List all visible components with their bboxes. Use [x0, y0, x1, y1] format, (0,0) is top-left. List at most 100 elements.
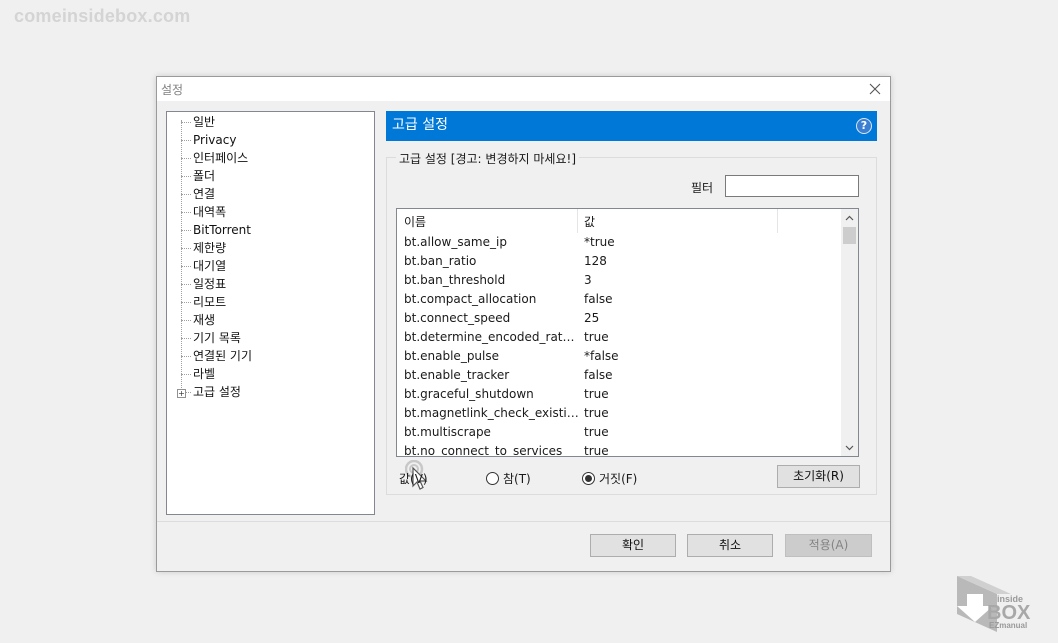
- watermark-text: comeinsidebox.com: [14, 6, 191, 26]
- title-bar: 설정: [157, 77, 890, 101]
- reset-button[interactable]: 초기화(R): [777, 465, 860, 488]
- setting-name: bt.enable_tracker: [404, 368, 510, 382]
- tree-item[interactable]: 일정표: [193, 275, 226, 293]
- tree-connector: [181, 356, 191, 357]
- column-divider[interactable]: [777, 209, 778, 233]
- tree-item[interactable]: 리모트: [193, 293, 226, 311]
- scroll-up-button[interactable]: [841, 209, 858, 226]
- setting-value: true: [584, 406, 609, 420]
- tree-item[interactable]: 대역폭: [193, 203, 226, 221]
- setting-name: bt.graceful_shutdown: [404, 387, 534, 401]
- setting-name: bt.no_connect_to_services: [404, 444, 563, 457]
- filter-input[interactable]: [725, 175, 859, 197]
- tree-item[interactable]: 고급 설정: [193, 383, 241, 401]
- apply-button[interactable]: 적용(A): [785, 534, 872, 557]
- tree-connector: [181, 338, 191, 339]
- list-row[interactable]: bt.enable_pulse *false: [397, 347, 841, 366]
- true-radio-label: 참(T): [503, 472, 531, 486]
- tree-item[interactable]: 라벨: [193, 365, 215, 383]
- tree-connector: [181, 374, 191, 375]
- tree-connector: [181, 266, 191, 267]
- scroll-down-button[interactable]: [841, 439, 858, 456]
- list-row[interactable]: bt.enable_tracker false: [397, 366, 841, 385]
- tree-connector: [181, 176, 191, 177]
- tree-item[interactable]: Privacy: [193, 131, 236, 149]
- tree-item[interactable]: 재생: [193, 311, 215, 329]
- list-row[interactable]: bt.no_connect_to_services true: [397, 442, 841, 457]
- settings-dialog: 설정 일반 Privacy 인터페이스 폴더 연결 대역폭 BitTorrent 제한량 대기열…: [156, 76, 891, 572]
- radio-circle-true[interactable]: [486, 472, 499, 485]
- tree-item[interactable]: 대기열: [193, 257, 226, 275]
- setting-name: bt.magnetlink_check_existing_...: [404, 406, 579, 420]
- column-divider[interactable]: [577, 209, 578, 233]
- close-button[interactable]: [860, 77, 890, 101]
- value-label: 값(V): [399, 472, 428, 486]
- filter-label: 필터: [691, 181, 714, 195]
- settings-tree[interactable]: 일반 Privacy 인터페이스 폴더 연결 대역폭 BitTorrent 제한량 대기열 일정표…: [166, 111, 375, 515]
- chevron-down-icon: [845, 445, 854, 450]
- section-title: 고급 설정: [392, 117, 448, 133]
- false-radio[interactable]: 거짓(F): [582, 470, 637, 487]
- setting-value: true: [584, 444, 609, 457]
- list-row[interactable]: bt.ban_threshold 3: [397, 271, 841, 290]
- expand-icon[interactable]: +: [177, 389, 186, 398]
- true-radio[interactable]: 참(T): [486, 470, 531, 487]
- setting-value: false: [584, 292, 613, 306]
- tree-item[interactable]: BitTorrent: [193, 221, 251, 239]
- vertical-scrollbar[interactable]: [841, 209, 858, 456]
- list-row[interactable]: bt.connect_speed 25: [397, 309, 841, 328]
- tree-item[interactable]: 일반: [193, 113, 215, 131]
- tree-connector: [181, 212, 191, 213]
- tree-connector: [181, 140, 191, 141]
- setting-value: *false: [584, 349, 619, 363]
- scroll-thumb[interactable]: [843, 227, 856, 244]
- radio-circle-false[interactable]: [582, 472, 595, 485]
- setting-value: 25: [584, 311, 600, 325]
- list-row[interactable]: bt.graceful_shutdown true: [397, 385, 841, 404]
- list-row[interactable]: bt.allow_same_ip *true: [397, 233, 841, 252]
- window-title: 설정: [161, 83, 184, 97]
- tree-item[interactable]: 인터페이스: [193, 149, 248, 167]
- tree-item[interactable]: 기기 목록: [193, 329, 241, 347]
- group-legend: 고급 설정 [경고: 변경하지 마세요!]: [396, 150, 579, 167]
- tree-connector: [181, 122, 191, 123]
- logo-text-bottom: EZmanual: [989, 621, 1027, 630]
- tree-connector: [181, 320, 191, 321]
- ok-button[interactable]: 확인: [590, 534, 676, 557]
- help-icon[interactable]: ?: [856, 118, 872, 134]
- list-header: 이름 값: [397, 209, 841, 233]
- setting-value: false: [584, 368, 613, 382]
- setting-name: bt.determine_encoded_rate_fo...: [404, 330, 579, 344]
- setting-name: bt.connect_speed: [404, 311, 511, 325]
- tree-item[interactable]: 연결된 기기: [193, 347, 252, 365]
- tree-item[interactable]: 폴더: [193, 167, 215, 185]
- setting-value: true: [584, 330, 609, 344]
- tree-connector: [181, 158, 191, 159]
- setting-value: true: [584, 387, 609, 401]
- tree-item[interactable]: 제한량: [193, 239, 226, 257]
- column-header-value[interactable]: 값: [584, 213, 595, 230]
- close-icon: [869, 83, 881, 95]
- setting-value: 128: [584, 254, 607, 268]
- tree-connector: [181, 302, 191, 303]
- list-row[interactable]: bt.compact_allocation false: [397, 290, 841, 309]
- setting-name: bt.multiscrape: [404, 425, 491, 439]
- cancel-button[interactable]: 취소: [687, 534, 773, 557]
- tree-guide-line: [181, 120, 182, 390]
- setting-name: bt.ban_threshold: [404, 273, 506, 287]
- list-row[interactable]: bt.determine_encoded_rate_fo... true: [397, 328, 841, 347]
- chevron-up-icon: [845, 215, 854, 220]
- tree-connector: [181, 284, 191, 285]
- list-row[interactable]: bt.magnetlink_check_existing_... true: [397, 404, 841, 423]
- false-radio-label: 거짓(F): [599, 472, 638, 486]
- setting-value: 3: [584, 273, 592, 287]
- settings-list[interactable]: 이름 값 bt.allow_same_ip *true bt.ban_ratio 12…: [396, 208, 859, 457]
- list-row[interactable]: bt.ban_ratio 128: [397, 252, 841, 271]
- list-row[interactable]: bt.multiscrape true: [397, 423, 841, 442]
- tree-connector: [181, 194, 191, 195]
- tree-item[interactable]: 연결: [193, 185, 215, 203]
- column-header-name[interactable]: 이름: [404, 213, 426, 230]
- setting-name: bt.enable_pulse: [404, 349, 500, 363]
- list-rows: bt.allow_same_ip *true bt.ban_ratio 128 bt.b…: [397, 233, 841, 457]
- section-header: 고급 설정 ?: [386, 111, 877, 141]
